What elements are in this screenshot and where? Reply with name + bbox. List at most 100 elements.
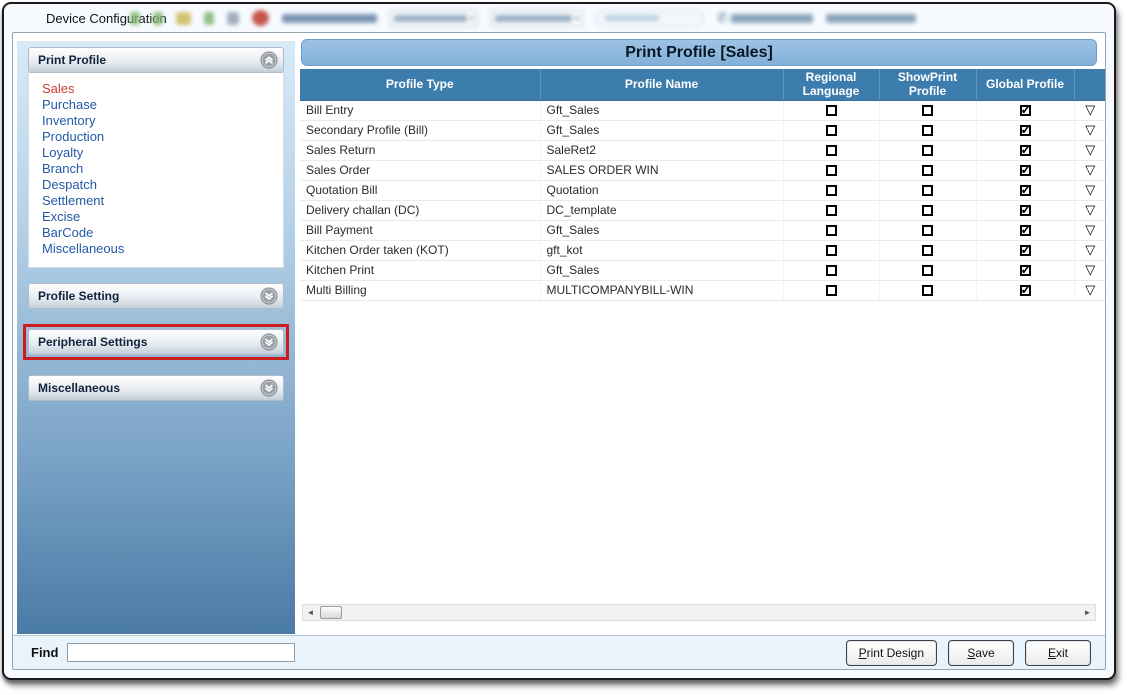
- checkbox-regional-language[interactable]: [825, 185, 837, 197]
- : ▽: [1074, 260, 1105, 281]
- table-row[interactable]: Multi BillingMULTICOMPANYBILL-WIN ▽: [300, 280, 1105, 301]
- checkbox-showprint-profile[interactable]: [922, 165, 933, 177]
- filter-icon[interactable]: ▽: [1085, 242, 1095, 257]
- filter-icon[interactable]: ▽: [1085, 222, 1095, 237]
- checkbox-regional-language[interactable]: [825, 205, 837, 217]
- table-row[interactable]: Quotation BillQuotation ▽: [300, 180, 1105, 201]
- checkbox-regional-language[interactable]: [825, 285, 837, 297]
- table-row[interactable]: Secondary Profile (Bill)Gft_Sales ▽: [300, 120, 1105, 141]
- checkbox-showprint-profile[interactable]: [922, 205, 933, 217]
- blurred-dropdown[interactable]: ▾: [390, 9, 478, 27]
- horizontal-scrollbar[interactable]: ◄ ►: [302, 604, 1096, 621]
- filter-icon[interactable]: ▽: [1085, 202, 1095, 217]
- chevron-down-circle-icon[interactable]: [260, 287, 278, 305]
- profile-type-cell: Quotation Bill: [300, 180, 541, 201]
- section-header-miscellaneous[interactable]: Miscellaneous: [28, 375, 284, 401]
- checkbox-showprint-profile[interactable]: [922, 285, 933, 297]
- sidebar-item-purchase[interactable]: Purchase: [42, 97, 283, 113]
- checkbox-showprint-profile[interactable]: [922, 145, 933, 157]
- checkbox-global-profile[interactable]: [1019, 242, 1031, 258]
- sidebar-item-loyalty[interactable]: Loyalty: [42, 145, 283, 161]
- filter-icon[interactable]: ▽: [1085, 142, 1095, 157]
- chevron-down-icon: ▾: [574, 13, 579, 23]
- table-row[interactable]: Bill PaymentGft_Sales ▽: [300, 220, 1105, 241]
- sidebar-section-print-profile: Print Profile Sales Purchase Inventory Produ…: [28, 47, 284, 268]
- filter-icon[interactable]: ▽: [1085, 262, 1095, 277]
- sidebar-item-excise[interactable]: Excise: [42, 209, 283, 225]
- checkbox-global-profile[interactable]: [1019, 102, 1031, 118]
- table-row[interactable]: Bill EntryGft_Sales ▽: [300, 100, 1105, 121]
- column-header-showprint-profile[interactable]: ShowPrint Profile: [879, 69, 977, 101]
- checkbox-regional-language[interactable]: [825, 125, 837, 137]
- checkbox-global-profile[interactable]: [1019, 182, 1031, 198]
- print-design-button[interactable]: Print Design: [845, 639, 937, 666]
- blurred-toolbar-icon: [130, 11, 140, 25]
- blurred-search-box[interactable]: [596, 9, 704, 27]
- checkbox-regional-language[interactable]: [825, 225, 837, 237]
- profile-name-cell: SaleRet2: [540, 140, 784, 161]
- checkbox-regional-language[interactable]: [825, 105, 837, 117]
- checkbox-global-profile[interactable]: [1019, 222, 1031, 238]
- column-header-global-profile[interactable]: Global Profile: [976, 69, 1075, 101]
- sidebar-item-inventory[interactable]: Inventory: [42, 113, 283, 129]
- sidebar-item-list: Sales Purchase Inventory Production Loyalty B…: [28, 73, 284, 268]
- filter-icon[interactable]: ▽: [1085, 282, 1095, 297]
- section-header-print-profile[interactable]: Print Profile: [28, 47, 284, 73]
- checkbox-regional-language[interactable]: [825, 265, 837, 277]
- checkbox-global-profile[interactable]: [1019, 122, 1031, 138]
- checkbox-global-profile[interactable]: [1019, 142, 1031, 158]
- blurred-phone-item: ✆: [717, 10, 813, 26]
- exit-button[interactable]: Exit: [1025, 639, 1091, 666]
- checkbox-global-profile[interactable]: [1019, 262, 1031, 278]
- chevron-up-circle-icon[interactable]: [260, 51, 278, 69]
- section-header-profile-setting[interactable]: Profile Setting: [28, 283, 284, 309]
- sidebar-item-despatch[interactable]: Despatch: [42, 177, 283, 193]
- device-configuration-window: Device Configuration ▾ ▾ ✆ Print Profile Sa…: [2, 2, 1116, 680]
- profile-name-cell: Gft_Sales: [540, 260, 784, 281]
- sidebar-item-settlement[interactable]: Settlement: [42, 193, 283, 209]
- checkbox-global-profile[interactable]: [1019, 202, 1031, 218]
- blurred-toolbar-icon: [204, 11, 214, 25]
- blurred-toolbar: ▾ ▾ ✆: [130, 7, 916, 29]
- save-button[interactable]: Save: [948, 639, 1014, 666]
- table-row[interactable]: Kitchen Order taken (KOT)gft_kot ▽: [300, 240, 1105, 261]
- scroll-left-icon[interactable]: ◄: [303, 608, 318, 617]
- find-input[interactable]: [67, 643, 296, 662]
- table-row[interactable]: Sales ReturnSaleRet2 ▽: [300, 140, 1105, 161]
- sidebar-item-branch[interactable]: Branch: [42, 161, 283, 177]
- checkbox-showprint-profile[interactable]: [922, 185, 933, 197]
- filter-icon[interactable]: ▽: [1085, 182, 1095, 197]
- checkbox-showprint-profile[interactable]: [922, 245, 933, 257]
- column-header-profile-type[interactable]: Profile Type: [300, 69, 541, 101]
- checkbox-regional-language[interactable]: [825, 145, 837, 157]
- checkbox-global-profile[interactable]: [1019, 162, 1031, 178]
- sidebar-item-miscellaneous[interactable]: Miscellaneous: [42, 241, 283, 257]
- table-row[interactable]: Delivery challan (DC)DC_template ▽: [300, 200, 1105, 221]
- blurred-dropdown[interactable]: ▾: [491, 9, 583, 27]
- filter-icon[interactable]: ▽: [1085, 122, 1095, 137]
- checkbox-regional-language[interactable]: [825, 245, 837, 257]
- column-header-regional-language[interactable]: Regional Language: [783, 69, 880, 101]
- sidebar-item-production[interactable]: Production: [42, 129, 283, 145]
- sidebar-item-sales[interactable]: Sales: [42, 81, 283, 97]
- scroll-right-icon[interactable]: ►: [1080, 608, 1095, 617]
- : [976, 240, 1075, 261]
- scrollbar-thumb[interactable]: [320, 606, 342, 619]
- section-header-peripheral-settings[interactable]: Peripheral Settings: [28, 329, 284, 355]
- : [879, 180, 977, 201]
- table-row[interactable]: Kitchen PrintGft_Sales ▽: [300, 260, 1105, 281]
- checkbox-regional-language[interactable]: [825, 165, 837, 177]
- filter-icon[interactable]: ▽: [1085, 102, 1095, 117]
- column-header-profile-name[interactable]: Profile Name: [540, 69, 784, 101]
- : ▽: [1074, 120, 1105, 141]
- table-row[interactable]: Sales OrderSALES ORDER WIN ▽: [300, 160, 1105, 181]
- checkbox-showprint-profile[interactable]: [922, 125, 933, 137]
- sidebar-item-barcode[interactable]: BarCode: [42, 225, 283, 241]
- checkbox-showprint-profile[interactable]: [922, 225, 933, 237]
- checkbox-showprint-profile[interactable]: [922, 105, 933, 117]
- filter-icon[interactable]: ▽: [1085, 162, 1095, 177]
- chevron-down-circle-icon[interactable]: [260, 379, 278, 397]
- chevron-down-circle-icon[interactable]: [260, 333, 278, 351]
- checkbox-global-profile[interactable]: [1019, 282, 1031, 298]
- checkbox-showprint-profile[interactable]: [922, 265, 933, 277]
